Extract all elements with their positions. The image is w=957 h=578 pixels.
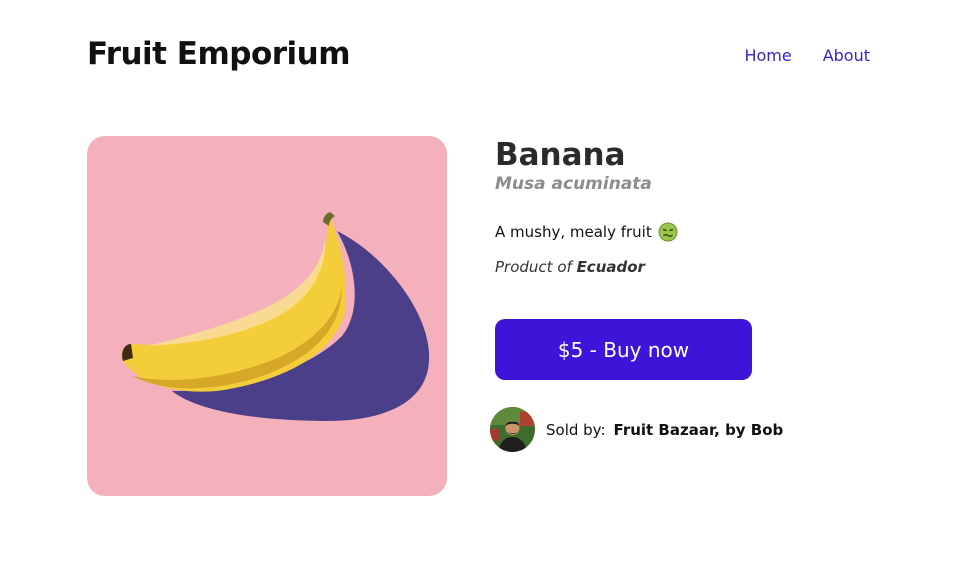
product-origin: Product of Ecuador	[495, 256, 915, 278]
seller-info: Sold by: Fruit Bazaar, by Bob	[490, 407, 783, 452]
seller-label: Sold by:	[546, 420, 606, 439]
main-nav: Home About	[744, 46, 870, 65]
origin-country: Ecuador	[576, 258, 645, 276]
origin-prefix: Product of	[495, 258, 572, 276]
product-latin-name: Musa acuminata	[495, 174, 652, 194]
buy-button-price: $5	[557, 337, 584, 362]
product-image	[87, 136, 447, 496]
nav-link-about[interactable]: About	[823, 46, 870, 65]
description-text: A mushy, mealy fruit	[495, 223, 652, 241]
nav-link-home[interactable]: Home	[744, 46, 791, 65]
page: Fruit Emporium Home About Banana Musa ac…	[0, 0, 957, 578]
buy-now-button[interactable]: $5 - Buy now	[495, 319, 752, 380]
buy-button-label: Buy now	[603, 337, 690, 362]
product-description: A mushy, mealy fruit	[495, 221, 915, 243]
buy-button-separator: -	[583, 337, 604, 362]
product-info: Banana Musa acuminata A mushy, mealy fru…	[490, 136, 915, 452]
seller-avatar[interactable]	[490, 407, 535, 452]
nauseated-face-icon	[658, 222, 678, 242]
seller-name: Fruit Bazaar, by Bob	[613, 420, 784, 439]
product-name: Banana	[495, 137, 626, 173]
banana-image	[121, 212, 430, 421]
site-title: Fruit Emporium	[87, 36, 351, 72]
